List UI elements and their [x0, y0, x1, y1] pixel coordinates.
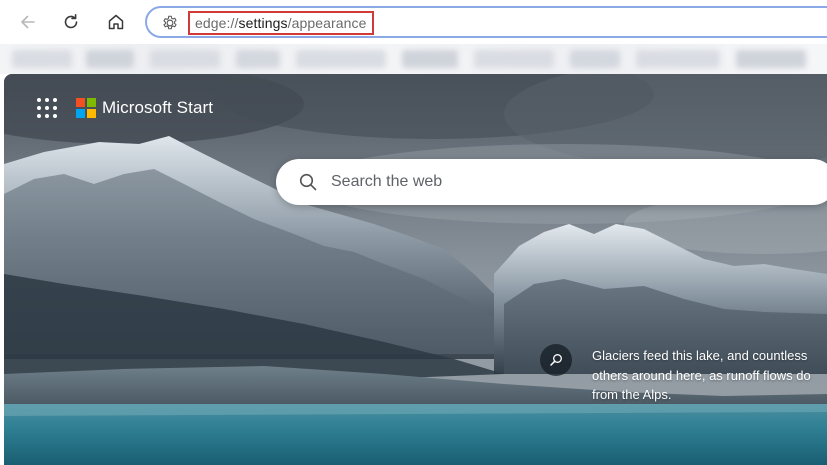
back-button[interactable] [12, 6, 44, 38]
url-text[interactable]: edge://settings/appearance [188, 11, 374, 35]
search-box[interactable] [276, 159, 827, 205]
background-image [4, 74, 827, 465]
url-path: /appearance [287, 15, 367, 31]
gear-icon[interactable] [161, 14, 179, 32]
new-tab-page: Microsoft Start Glaciers feed this lake,… [4, 74, 827, 465]
microsoft-logo [76, 98, 96, 118]
home-icon [108, 14, 124, 30]
favorites-bar-blurred [0, 44, 827, 74]
brand-link[interactable]: Microsoft Start [76, 98, 213, 118]
address-bar[interactable]: edge://settings/appearance [145, 6, 827, 38]
app-launcher-icon [37, 98, 41, 102]
home-button[interactable] [100, 6, 132, 38]
image-search-icon [550, 354, 562, 366]
image-caption: Glaciers feed this lake, and countless o… [592, 346, 827, 405]
url-host: settings [238, 15, 288, 31]
caption-line: Glaciers feed this lake, and countless [592, 348, 808, 363]
refresh-icon [64, 14, 78, 29]
browser-toolbar: edge://settings/appearance [0, 0, 827, 44]
brand-name: Microsoft Start [102, 98, 214, 117]
search-input[interactable] [331, 159, 811, 205]
caption-line: others around here, as runoff flows do [592, 367, 811, 383]
url-scheme: edge:// [195, 15, 239, 31]
search-icon [299, 173, 317, 191]
caption-line: from the Alps. [592, 387, 672, 402]
back-arrow-icon [21, 15, 35, 29]
refresh-button[interactable] [55, 6, 87, 38]
app-launcher-button[interactable] [37, 98, 57, 118]
image-search-button[interactable] [540, 344, 572, 376]
